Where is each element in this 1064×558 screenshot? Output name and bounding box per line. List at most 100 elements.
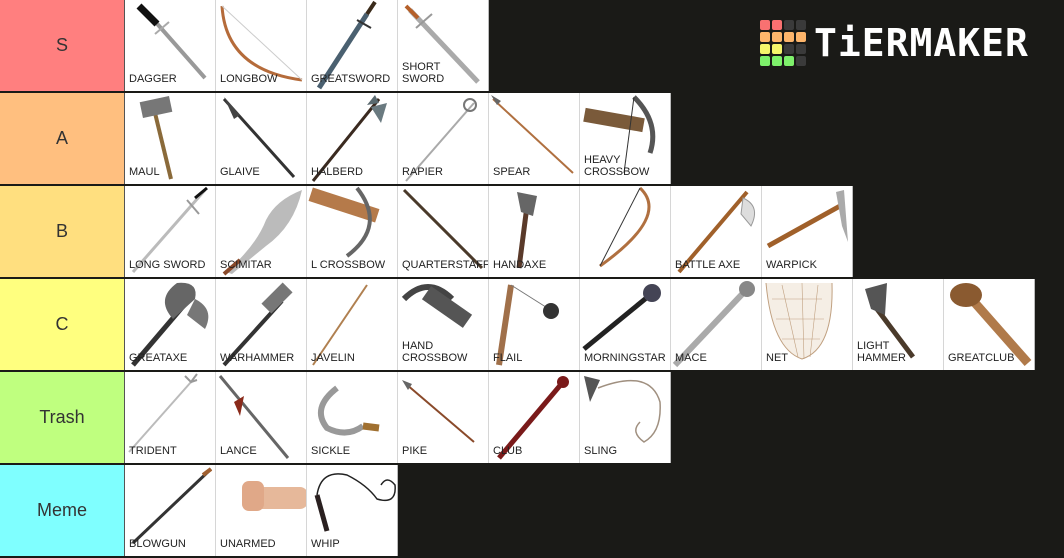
item-label: LIGHT HAMMER — [857, 340, 906, 364]
tier-item[interactable]: HANDAXE — [489, 186, 580, 277]
tier-item[interactable]: GREATAXE — [125, 279, 216, 370]
item-label: SICKLE — [311, 445, 351, 457]
tier-item[interactable]: JAVELIN — [307, 279, 398, 370]
tier-item[interactable]: HEAVY CROSSBOW — [580, 93, 671, 184]
logo-cell — [784, 20, 794, 30]
tier-item[interactable] — [580, 186, 671, 277]
tier-label[interactable]: S — [0, 0, 125, 91]
item-label: CLUB — [493, 445, 523, 457]
tier-label[interactable]: C — [0, 279, 125, 370]
tier-item[interactable]: FLAIL — [489, 279, 580, 370]
tier-item[interactable]: SPEAR — [489, 93, 580, 184]
logo-cell — [760, 32, 770, 42]
tier-items: LONG SWORD SCIMITAR L CROSSBOW QUARTERSTAFF… — [125, 186, 1064, 277]
item-label: GREATCLUB — [948, 352, 1015, 364]
tier-item[interactable]: WARPICK — [762, 186, 853, 277]
tier-item[interactable]: L CROSSBOW — [307, 186, 398, 277]
logo-cell — [772, 44, 782, 54]
logo-cell — [796, 56, 806, 66]
logo-cell — [784, 44, 794, 54]
logo-cell — [796, 20, 806, 30]
tier-item[interactable]: MACE — [671, 279, 762, 370]
tier-item[interactable]: LANCE — [216, 372, 307, 463]
item-label: QUARTERSTAFF — [402, 259, 489, 271]
tier-items: TRIDENT LANCE SICKLE PIKE CLUB SLING — [125, 372, 1064, 463]
tier-item[interactable]: QUARTERSTAFF — [398, 186, 489, 277]
tier-items: MAUL GLAIVE HALBERD RAPIER SPEAR HEAVY CROSSB… — [125, 93, 1064, 184]
item-label: LONGBOW — [220, 73, 278, 85]
logo-cell — [784, 56, 794, 66]
tier-item[interactable]: CLUB — [489, 372, 580, 463]
tier-label[interactable]: B — [0, 186, 125, 277]
item-label: MAUL — [129, 166, 160, 178]
logo-text: TiERMAKER — [814, 21, 1029, 65]
tier-label[interactable]: Meme — [0, 465, 125, 556]
tier-item[interactable]: MORNINGSTAR — [580, 279, 671, 370]
item-label: HEAVY CROSSBOW — [584, 154, 650, 178]
item-label: JAVELIN — [311, 352, 355, 364]
tier-item[interactable]: BLOWGUN — [125, 465, 216, 556]
tier-item[interactable]: LIGHT HAMMER — [853, 279, 944, 370]
logo-cell — [760, 56, 770, 66]
tier-label[interactable]: Trash — [0, 372, 125, 463]
logo-cell — [796, 44, 806, 54]
tier-item[interactable]: HALBERD — [307, 93, 398, 184]
item-label: PIKE — [402, 445, 428, 457]
logo-cell — [796, 32, 806, 42]
item-label: WHIP — [311, 538, 340, 550]
item-label: UNARMED — [220, 538, 276, 550]
tier-items: BLOWGUN UNARMED WHIP — [125, 465, 1064, 556]
logo-grid-icon — [760, 20, 806, 66]
item-label: HAND CROSSBOW — [402, 340, 468, 364]
item-label: NET — [766, 352, 788, 364]
item-label: L CROSSBOW — [311, 259, 386, 271]
tier-items: GREATAXE WARHAMMER JAVELIN HAND CROSSBOW FLA… — [125, 279, 1064, 370]
tier-item[interactable]: SCIMITAR — [216, 186, 307, 277]
logo-cell — [760, 20, 770, 30]
tier-item[interactable]: SHORT SWORD — [398, 0, 489, 91]
logo-cell — [784, 32, 794, 42]
tier-item[interactable]: NET — [762, 279, 853, 370]
item-label: SPEAR — [493, 166, 531, 178]
tier-item[interactable]: DAGGER — [125, 0, 216, 91]
tier-item[interactable]: HAND CROSSBOW — [398, 279, 489, 370]
item-label: MACE — [675, 352, 707, 364]
tiermaker-logo[interactable]: TiERMAKER — [760, 20, 1029, 66]
tier-item[interactable]: GREATSWORD — [307, 0, 398, 91]
item-label: HANDAXE — [493, 259, 547, 271]
tier-item[interactable]: BATTLE AXE — [671, 186, 762, 277]
tier-item[interactable]: MAUL — [125, 93, 216, 184]
tier-item[interactable]: GLAIVE — [216, 93, 307, 184]
item-label: HALBERD — [311, 166, 363, 178]
tier-row-c: C GREATAXE WARHAMMER JAVELIN HAND CROSSBOW FL… — [0, 279, 1064, 372]
tier-item[interactable]: LONG SWORD — [125, 186, 216, 277]
item-label: FLAIL — [493, 352, 523, 364]
tier-item[interactable]: GREATCLUB — [944, 279, 1035, 370]
tier-item[interactable]: TRIDENT — [125, 372, 216, 463]
tier-label[interactable]: A — [0, 93, 125, 184]
tier-row-meme: Meme BLOWGUN UNARMED WHIP — [0, 465, 1064, 558]
tier-item[interactable]: LONGBOW — [216, 0, 307, 91]
item-label: LANCE — [220, 445, 257, 457]
tier-item[interactable]: SLING — [580, 372, 671, 463]
logo-cell — [760, 44, 770, 54]
tier-item[interactable]: WARHAMMER — [216, 279, 307, 370]
tier-item[interactable]: SICKLE — [307, 372, 398, 463]
tier-row-trash: Trash TRIDENT LANCE SICKLE PIKE CLUB SLING — [0, 372, 1064, 465]
item-label: TRIDENT — [129, 445, 177, 457]
item-label: SHORT SWORD — [402, 61, 445, 85]
tier-item[interactable]: PIKE — [398, 372, 489, 463]
tier-item[interactable]: RAPIER — [398, 93, 489, 184]
item-label: GREATSWORD — [311, 73, 391, 85]
tier-item[interactable]: UNARMED — [216, 465, 307, 556]
logo-cell — [772, 32, 782, 42]
item-label: SCIMITAR — [220, 259, 272, 271]
tier-item[interactable]: WHIP — [307, 465, 398, 556]
item-label: RAPIER — [402, 166, 443, 178]
item-label: GLAIVE — [220, 166, 260, 178]
item-label: GREATAXE — [129, 352, 188, 364]
tier-list: S DAGGER LONGBOW GREATSWORD SHORT SWORD A MAUL… — [0, 0, 1064, 558]
item-label: MORNINGSTAR — [584, 352, 666, 364]
tier-row-a: A MAUL GLAIVE HALBERD RAPIER SPEAR HEAVY CROSS… — [0, 93, 1064, 186]
item-label: SLING — [584, 445, 618, 457]
